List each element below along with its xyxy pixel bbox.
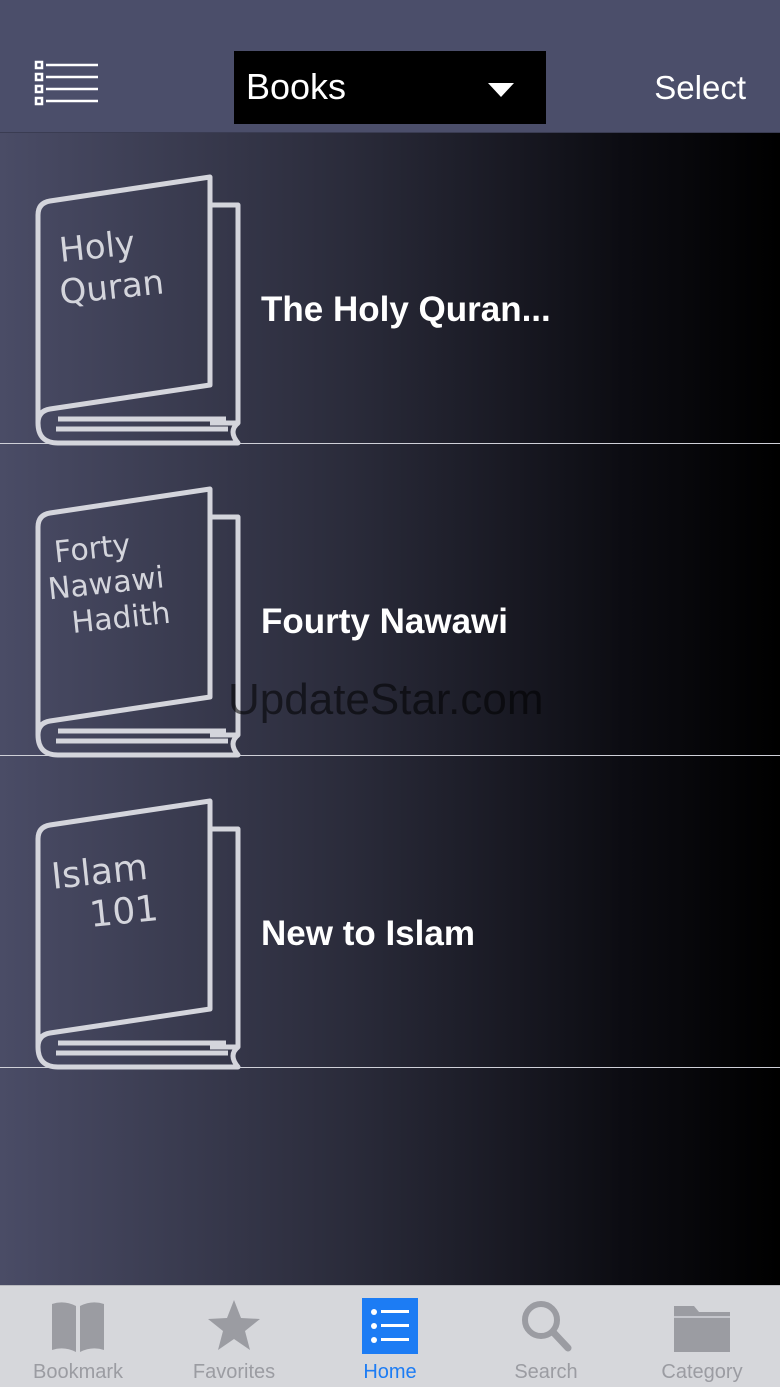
dropdown-label: Books <box>246 66 347 107</box>
tab-category[interactable]: Category <box>624 1286 780 1387</box>
books-dropdown[interactable]: Books <box>234 51 546 124</box>
book-title: New to Islam <box>261 914 475 953</box>
tab-bar: Bookmark Favorites Home Search Category <box>0 1285 780 1387</box>
book-cover-icon: Islam 101 <box>28 797 244 1070</box>
tab-label: Category <box>661 1361 743 1383</box>
tab-search[interactable]: Search <box>468 1286 624 1387</box>
navigation-bar: Books Select <box>0 0 780 133</box>
folder-icon <box>672 1296 732 1356</box>
book-title: The Holy Quran... <box>261 290 551 329</box>
list-menu-icon <box>34 60 98 106</box>
star-icon <box>204 1296 264 1356</box>
list-icon <box>360 1296 420 1356</box>
tab-label: Home <box>363 1361 417 1383</box>
tab-bookmark[interactable]: Bookmark <box>0 1286 156 1387</box>
menu-button[interactable] <box>30 58 102 114</box>
book-title: Fourty Nawawi <box>261 602 508 641</box>
cover-line: 101 <box>88 888 161 936</box>
book-cover-icon: Holy Quran <box>28 173 244 446</box>
select-button[interactable]: Select <box>654 68 746 108</box>
book-open-icon <box>48 1296 108 1356</box>
tab-favorites[interactable]: Favorites <box>156 1286 312 1387</box>
cover-line: Holy <box>57 223 137 271</box>
book-list: Holy Quran The Holy Quran... Forty Nawaw… <box>0 133 780 1285</box>
list-item-new-to-islam[interactable]: Islam 101 New to Islam <box>0 757 780 1070</box>
search-icon <box>516 1296 576 1356</box>
caret-down-icon <box>488 83 514 97</box>
cover-line: Quran <box>58 262 166 313</box>
book-cover-icon: Forty Nawawi Hadith <box>28 485 244 758</box>
list-item-holy-quran[interactable]: Holy Quran The Holy Quran... <box>0 133 780 446</box>
list-item-forty-nawawi[interactable]: Forty Nawawi Hadith Fourty Nawawi <box>0 445 780 758</box>
tab-label: Search <box>514 1361 578 1383</box>
tab-home[interactable]: Home <box>312 1286 468 1387</box>
tab-label: Bookmark <box>32 1361 124 1383</box>
tab-label: Favorites <box>192 1361 276 1383</box>
